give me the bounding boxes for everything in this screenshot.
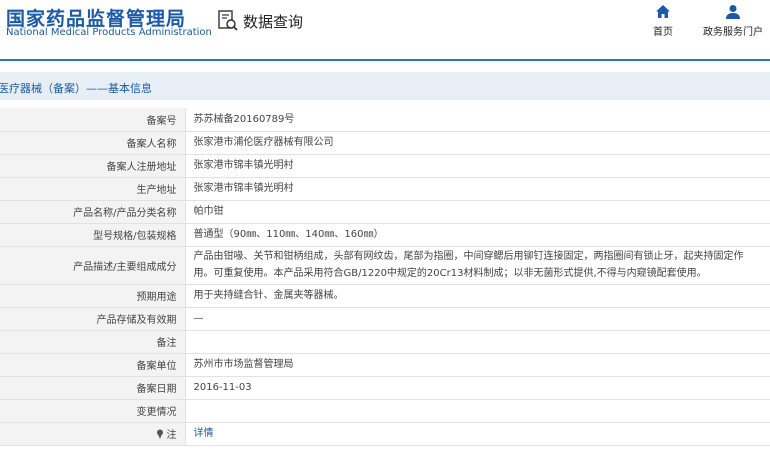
field-label: 备注 [0,330,186,354]
table-row: 备案单位 苏州市市场监督管理局 [0,353,770,377]
table-row: 预期用途 用于夹持缝合针、金属夹等器械。 [0,284,770,308]
table-row: 备案人注册地址 张家港市锦丰镇光明村 [0,154,770,178]
field-label: 备案人注册地址 [0,154,186,178]
record-detail-table: 备案号 苏苏械备20160789号 备案人名称 张家港市浦伦医疗器械有限公司 备… [0,108,770,446]
nav-home-label: 首页 [653,27,673,38]
table-row: 产品名称/产品分类名称 帕巾钳 [0,200,770,224]
field-label: 备案号 [0,108,186,132]
field-value: 张家港市锦丰镇光明村 [185,177,770,201]
data-query-heading: 数据查询 [218,9,303,33]
field-value: 产品由钳喙、关节和钳柄组成，头部有网纹齿，尾部为指圈，中间穿鳃后用铆钉连接固定，… [185,246,770,285]
field-value: — [185,307,770,331]
table-row: 备案日期 2016-11-03 [0,376,770,400]
field-value: 2016-11-03 [185,376,770,400]
nav-home-link[interactable]: 首页 [628,2,698,42]
table-row: 备案人名称 张家港市浦伦医疗器械有限公司 [0,131,770,155]
table-row: 产品描述/主要组成成分 产品由钳喙、关节和钳柄组成，头部有网纹齿，尾部为指圈，中… [0,246,770,285]
field-value [185,330,770,354]
table-row: 备注 [0,330,770,354]
site-header: 国家药品监督管理局 National Medical Products Admi… [0,0,770,62]
field-label: 注 [166,430,177,441]
field-value: 苏州市市场监督管理局 [185,353,770,377]
note-label-cell: 注 [0,422,186,446]
details-link[interactable]: 详情 [194,428,214,439]
field-value-cell: 详情 [185,422,770,446]
home-icon [656,5,670,18]
data-query-title: 数据查询 [243,12,304,31]
field-label: 产品存储及有效期 [0,307,186,331]
field-label: 生产地址 [0,177,186,201]
section-header: 医疗器械（备案）——基本信息 [0,72,770,100]
field-value [185,399,770,423]
table-row: 注 详情 [0,422,770,446]
field-label: 备案单位 [0,353,186,377]
field-value: 帕巾钳 [185,200,770,224]
table-row: 产品存储及有效期 — [0,307,770,331]
field-label: 备案人名称 [0,131,186,155]
field-label: 备案日期 [0,376,186,400]
field-value: 张家港市浦伦医疗器械有限公司 [185,131,770,155]
field-value: 用于夹持缝合针、金属夹等器械。 [185,284,770,308]
field-value: 张家港市锦丰镇光明村 [185,154,770,178]
table-row: 备案号 苏苏械备20160789号 [0,108,770,132]
field-label: 产品名称/产品分类名称 [0,200,186,224]
table-row: 型号规格/包装规格 普通型（90㎜、110㎜、140㎜、160㎜） [0,223,770,247]
user-icon [726,5,740,19]
pin-icon [156,429,163,439]
field-value: 普通型（90㎜、110㎜、140㎜、160㎜） [185,223,770,247]
table-row: 生产地址 张家港市锦丰镇光明村 [0,177,770,201]
site-logo-en[interactable]: National Medical Products Administration [6,27,212,38]
nav-gov-service-link[interactable]: 政务服务门户 [698,2,768,42]
field-label: 产品描述/主要组成成分 [0,246,186,285]
field-label: 型号规格/包装规格 [0,223,186,247]
field-label: 预期用途 [0,284,186,308]
field-value: 苏苏械备20160789号 [185,108,770,132]
table-row: 变更情况 [0,399,770,423]
section-title: 医疗器械（备案）——基本信息 [0,82,152,95]
document-search-icon [218,10,238,31]
header-divider [0,59,770,61]
field-label: 变更情况 [0,399,186,423]
nav-gov-service-label: 政务服务门户 [703,27,763,38]
